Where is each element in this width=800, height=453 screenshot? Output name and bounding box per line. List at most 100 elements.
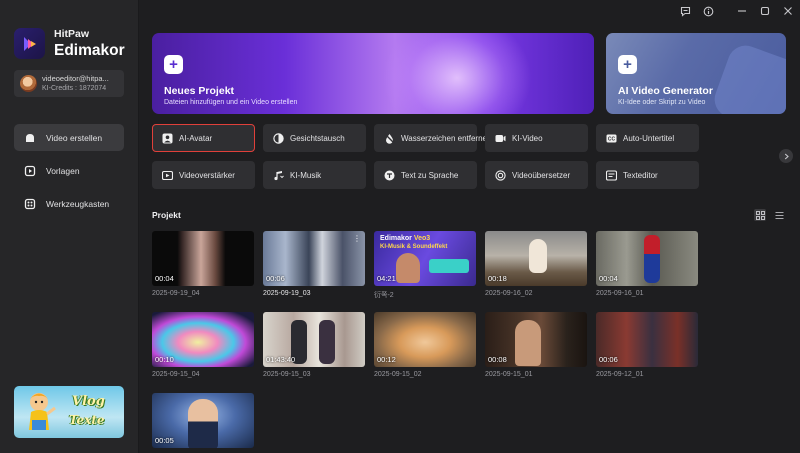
- avatar-icon: [161, 132, 173, 144]
- tool-videoverstaerker[interactable]: Videoverstärker: [152, 161, 255, 189]
- project-card[interactable]: 00:18 2025-09-16_02: [485, 231, 587, 297]
- tool-ki-musik[interactable]: KI-Musik: [263, 161, 366, 189]
- project-thumbnail[interactable]: 00:12: [374, 312, 476, 367]
- project-thumbnail[interactable]: 01:43:40: [263, 312, 365, 367]
- feedback-button[interactable]: [678, 4, 692, 18]
- grid-view-icon: [755, 210, 765, 220]
- project-card[interactable]: 01:43:40 2025-09-15_03: [263, 312, 365, 378]
- close-button[interactable]: [781, 4, 795, 18]
- project-card[interactable]: 00:05: [152, 393, 254, 448]
- enhancer-icon: [161, 169, 173, 181]
- project-name: 2025-09-15_01: [485, 371, 533, 378]
- project-name: 2025-09-15_03: [263, 371, 311, 378]
- project-card[interactable]: 00:12 2025-09-15_02: [374, 312, 476, 378]
- close-icon: [784, 7, 792, 15]
- text-editor-icon: [605, 169, 617, 181]
- more-options-icon[interactable]: ⋮: [353, 234, 361, 243]
- project-duration: 04:21: [377, 274, 396, 283]
- edimakor-logo-icon: [14, 28, 45, 59]
- project-thumbnail[interactable]: 00:06: [596, 312, 698, 367]
- project-card[interactable]: ⋮ 00:06 2025-09-19_03: [263, 231, 365, 297]
- project-thumbnail[interactable]: 00:08: [485, 312, 587, 367]
- ai-generator-title: AI Video Generator: [618, 85, 713, 97]
- help-button[interactable]: [701, 4, 715, 18]
- tools-scroll-right-button[interactable]: [779, 149, 793, 163]
- thumb-subtitle: KI-Musik & Soundeffekt: [380, 244, 448, 250]
- maximize-icon: [760, 6, 770, 16]
- tool-videouebersetzer[interactable]: Videoübersetzer: [485, 161, 588, 189]
- account-email: videoeditor@hitpa...: [42, 74, 109, 83]
- tool-label: Videoverstärker: [179, 170, 235, 180]
- account-panel[interactable]: videoeditor@hitpa... KI-Credits : 187207…: [14, 70, 124, 97]
- project-thumbnail[interactable]: 00:18: [485, 231, 587, 286]
- tool-gesichtstausch[interactable]: Gesichtstausch: [263, 124, 366, 152]
- projects-heading: Projekt: [152, 210, 181, 220]
- project-duration: 00:04: [599, 274, 618, 283]
- sidebar-item-werkzeugkasten[interactable]: Werkzeugkasten: [14, 190, 124, 217]
- sidebar-item-label: Vorlagen: [46, 165, 80, 176]
- tool-auto-untertitel[interactable]: CC Auto-Untertitel: [596, 124, 699, 152]
- ai-video-generator-card[interactable]: + AI Video Generator KI-Idee oder Skript…: [606, 33, 786, 114]
- project-thumbnail[interactable]: 00:10: [152, 312, 254, 367]
- tool-label: Auto-Untertitel: [623, 133, 675, 143]
- credits-label: KI-Credits : 1872074: [42, 85, 107, 93]
- tool-label: KI-Video: [512, 133, 543, 143]
- project-card[interactable]: 00:10 2025-09-15_04: [152, 312, 254, 378]
- music-icon: [272, 169, 284, 181]
- project-card[interactable]: 00:08 2025-09-15_01: [485, 312, 587, 378]
- maximize-button[interactable]: [758, 4, 772, 18]
- tool-label: Text zu Sprache: [401, 170, 459, 180]
- promo-line-2: Texte: [69, 413, 105, 427]
- sidebar-item-label: Video erstellen: [46, 132, 103, 143]
- toolbox-icon: [24, 198, 36, 210]
- new-project-subtitle: Dateien hinzufügen und ein Video erstell…: [164, 99, 298, 106]
- brand-small: HitPaw: [54, 28, 90, 40]
- thumb-title: Edimakor Veo3: [380, 235, 431, 242]
- ai-generator-subtitle: KI-Idee oder Skript zu Video: [618, 99, 706, 106]
- sidebar-item-vorlagen[interactable]: Vorlagen: [14, 157, 124, 184]
- project-thumbnail[interactable]: ⋮ 00:06: [263, 231, 365, 286]
- project-thumbnail[interactable]: 00:04: [596, 231, 698, 286]
- project-card[interactable]: 00:06 2025-09-12_01: [596, 312, 698, 378]
- tool-label: Wasserzeichen entfernen: [401, 133, 492, 143]
- plus-icon: +: [164, 55, 183, 74]
- sidebar-item-video-erstellen[interactable]: Video erstellen: [14, 124, 124, 151]
- project-duration: 00:06: [266, 274, 285, 283]
- project-card[interactable]: Edimakor Veo3 KI-Musik & Soundeffekt 04:…: [374, 231, 476, 300]
- project-duration: 00:08: [488, 355, 507, 364]
- project-duration: 00:18: [488, 274, 507, 283]
- tool-text-zu-sprache[interactable]: Text zu Sprache: [374, 161, 477, 189]
- avatar[interactable]: [20, 75, 37, 92]
- project-name: 2025-09-16_01: [596, 290, 644, 297]
- tool-wasserzeichen-entfernen[interactable]: Wasserzeichen entfernen: [374, 124, 491, 152]
- minimize-button[interactable]: [735, 4, 749, 18]
- project-name: 2025-09-15_02: [374, 371, 422, 378]
- project-thumbnail[interactable]: Edimakor Veo3 KI-Musik & Soundeffekt 04:…: [374, 231, 476, 286]
- vlog-texte-promo-banner[interactable]: Vlog Texte: [14, 386, 124, 438]
- watermark-icon: [383, 132, 395, 144]
- grid-view-button[interactable]: [754, 209, 766, 221]
- project-card[interactable]: 00:04 2025-09-16_01: [596, 231, 698, 297]
- tool-label: Gesichtstausch: [290, 133, 345, 143]
- list-view-button[interactable]: [773, 209, 785, 221]
- templates-icon: [24, 165, 36, 177]
- tts-icon: [383, 169, 395, 181]
- project-thumbnail[interactable]: 00:05: [152, 393, 254, 448]
- new-project-card[interactable]: + Neues Projekt Dateien hinzufügen und e…: [152, 33, 594, 114]
- tool-ai-avatar[interactable]: AI-Avatar: [152, 124, 255, 152]
- tool-ki-video[interactable]: KI-Video: [485, 124, 588, 152]
- list-view-icon: [775, 211, 783, 219]
- tool-texteditor[interactable]: Texteditor: [596, 161, 699, 189]
- minimize-icon: [738, 10, 746, 12]
- face-swap-icon: [272, 132, 284, 144]
- ai-video-icon: [494, 132, 506, 144]
- sidebar-item-label: Werkzeugkasten: [46, 198, 110, 209]
- project-duration: 00:10: [155, 355, 174, 364]
- project-thumbnail[interactable]: 00:04: [152, 231, 254, 286]
- project-duration: 00:04: [155, 274, 174, 283]
- project-card[interactable]: 00:04 2025-09-19_04: [152, 231, 254, 297]
- cartoon-character-icon: [29, 393, 56, 430]
- project-name: 衍쪽-2: [374, 292, 394, 299]
- chevron-right-icon: [784, 153, 789, 159]
- plus-icon: +: [618, 55, 637, 74]
